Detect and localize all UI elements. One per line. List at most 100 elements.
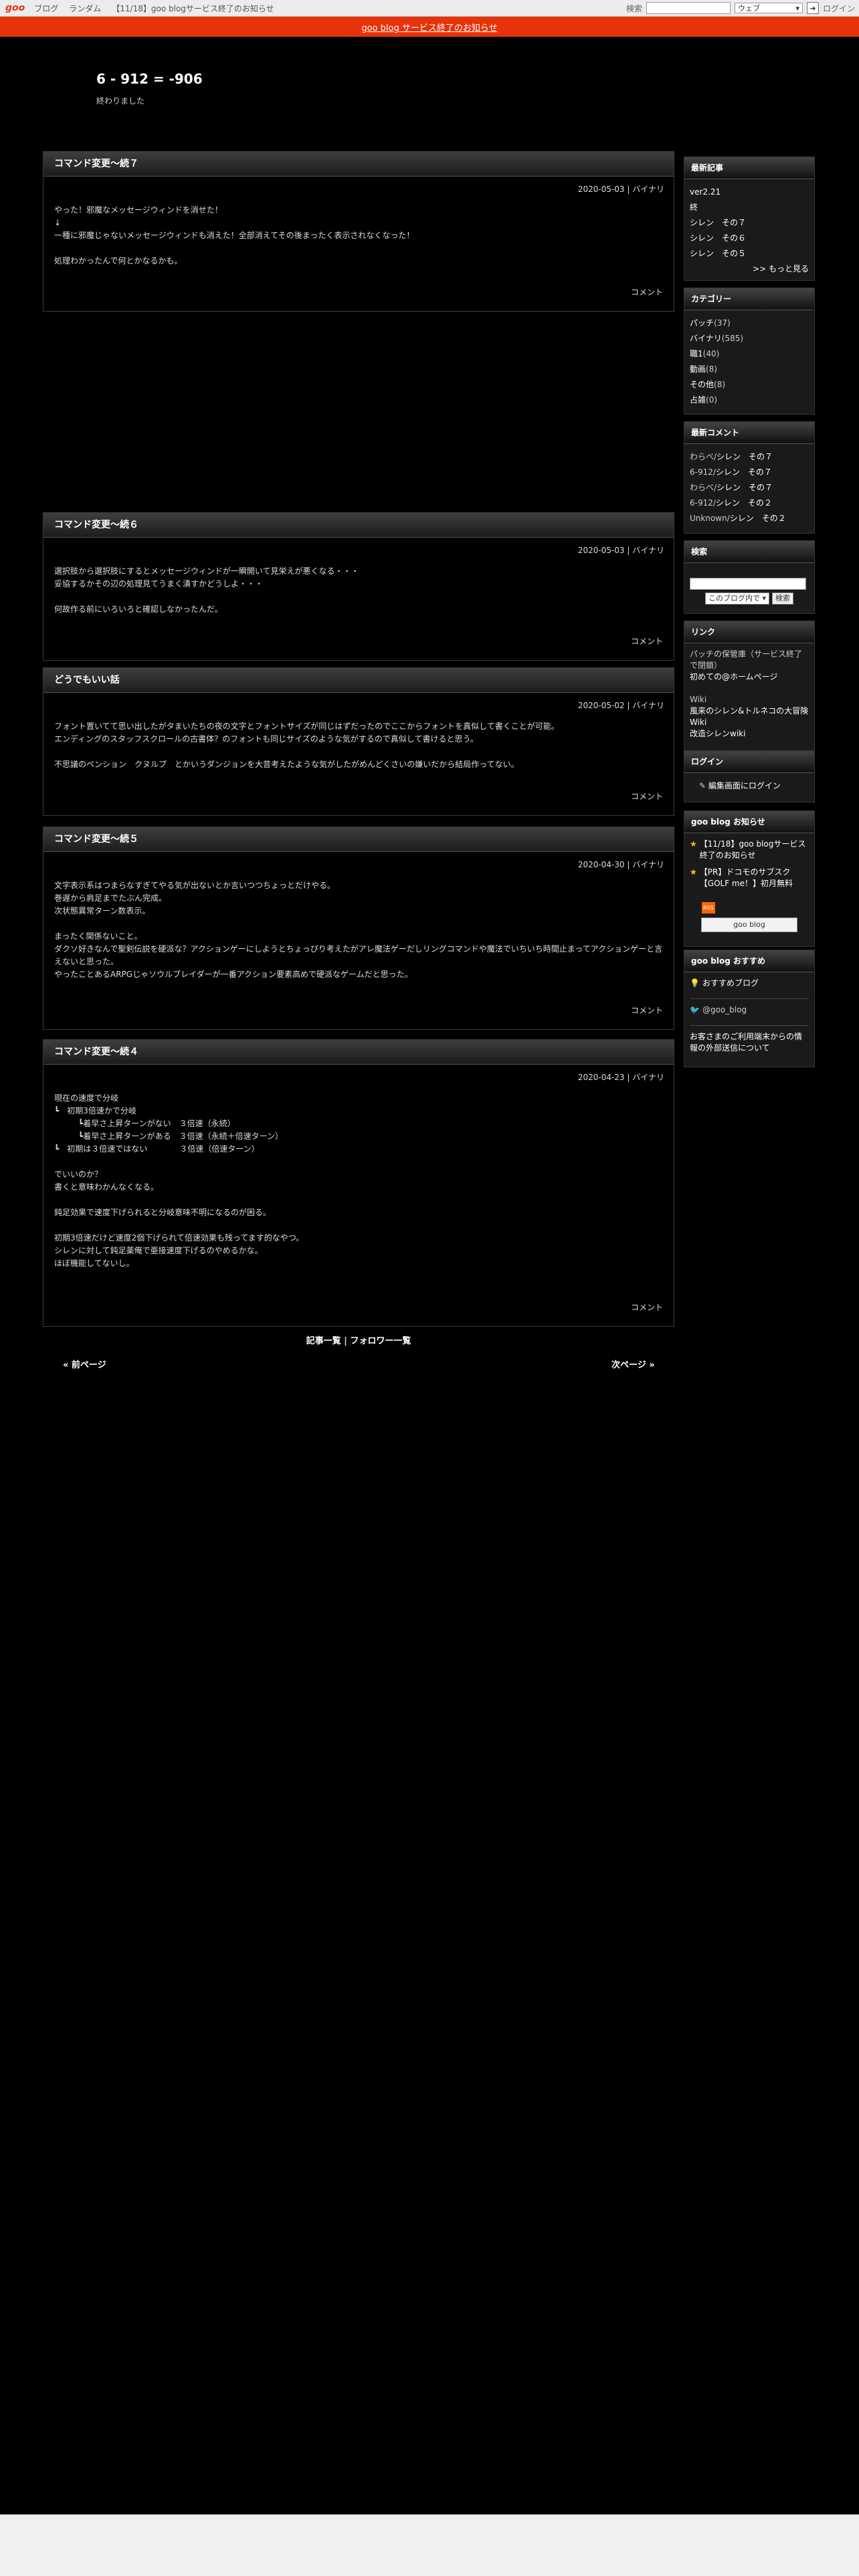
topbar-search-scope-value: ウェブ: [737, 4, 760, 13]
category-link[interactable]: 占雑: [690, 395, 706, 405]
entry-comment-link[interactable]: コメント: [631, 286, 663, 298]
goo-blog-badge[interactable]: goo blog: [701, 918, 797, 932]
sidebar-heading: 検索: [684, 541, 814, 563]
editor-login-link[interactable]: 編集画面にログイン: [708, 781, 781, 790]
entry-article: コマンド変更〜続７ 2020-05-03 | バイナリ やった！邪魔なメッセージ…: [43, 151, 674, 312]
recent-post-link[interactable]: ver2.21: [690, 187, 721, 197]
category-count: (8): [714, 380, 726, 389]
entry-meta: 2020-04-23 | バイナリ: [577, 1073, 664, 1082]
recommend-blog-link[interactable]: おすすめブログ: [702, 978, 759, 989]
sidebar-heading: ログイン: [684, 751, 814, 773]
next-page-link[interactable]: 次ページ »: [611, 1360, 655, 1370]
recent-post-link[interactable]: シレン その７: [690, 218, 746, 227]
more-posts-link[interactable]: >> もっと見る: [753, 264, 809, 274]
sidebar-heading: カテゴリー: [684, 288, 814, 310]
footer-links: 記事一覧 | フォロワー一覧: [43, 1333, 674, 1346]
topbar-search-input[interactable]: [646, 2, 731, 14]
comment-post-link[interactable]: シレン その７: [716, 467, 772, 477]
news-link[interactable]: 【11/18】goo blogサービス終了のお知らせ: [700, 839, 809, 861]
entry-title[interactable]: コマンド変更〜続７: [43, 152, 674, 177]
entry-meta: 2020-05-03 | バイナリ: [577, 185, 664, 194]
external-link[interactable]: 風来のシレン&トルネコの大冒険 Wiki: [690, 706, 808, 727]
comment-author: 6-912/: [690, 498, 716, 508]
topbar-search-scope-select[interactable]: ウェブ ▾: [734, 3, 803, 13]
entry-comment-link[interactable]: コメント: [631, 790, 663, 802]
twitter-handle[interactable]: @goo_blog: [702, 1004, 747, 1016]
chevron-down-icon: ▾: [795, 3, 799, 13]
entry-comment-link[interactable]: コメント: [631, 1004, 663, 1016]
entry-title[interactable]: コマンド変更〜続６: [43, 513, 674, 538]
goo-logo[interactable]: goo: [5, 3, 25, 13]
page-bottom-strip: [0, 2514, 859, 2576]
sidebar-login: ログイン ✎ 編集画面にログイン: [684, 750, 815, 802]
topbar-link-notice[interactable]: 【11/18】goo blogサービス終了のお知らせ: [112, 3, 274, 14]
entry-title[interactable]: どうでもいい話: [43, 668, 674, 693]
pencil-icon: ✎: [699, 781, 706, 790]
comment-post-link[interactable]: シレン その２: [716, 498, 772, 508]
category-count: (585): [721, 334, 744, 343]
comment-author: 6-912/: [690, 467, 716, 477]
comment-post-link[interactable]: シレン その２: [730, 514, 786, 523]
blog-title[interactable]: 6 - 912 = -906: [96, 71, 203, 87]
entry-comment-link[interactable]: コメント: [631, 1301, 663, 1313]
topbar-search-area: 検索 ウェブ ▾ ➜ ログイン: [626, 2, 855, 14]
entry-title[interactable]: コマンド変更〜続５: [43, 827, 674, 852]
entry-body: 選択肢から選択肢にするとメッセージウィンドが一瞬開いて見栄えが悪くなる・・・ 妥…: [54, 566, 359, 614]
service-notice-link[interactable]: goo blog サービス終了のお知らせ: [361, 21, 497, 33]
topbar-link-random[interactable]: ランダム: [69, 3, 101, 14]
category-link[interactable]: その他: [690, 380, 714, 389]
sidebar-heading: 最新コメント: [684, 422, 814, 444]
recent-post-link[interactable]: 終: [690, 203, 698, 212]
comment-post-link[interactable]: シレン その７: [717, 452, 773, 461]
category-count: (0): [706, 395, 718, 405]
pager-prev: « 前ページ: [63, 1358, 106, 1370]
topbar-link-blog[interactable]: ブログ: [34, 3, 58, 14]
blog-search-input[interactable]: [690, 578, 806, 590]
star-icon: ★: [690, 839, 697, 849]
entry-article: コマンド変更〜続４ 2020-04-23 | バイナリ 現在の速度で分岐 ┗ 初…: [43, 1039, 674, 1327]
blog-search-scope-select[interactable]: このブログ内で ▾: [704, 593, 770, 605]
twitter-icon: 🐦: [690, 1005, 700, 1014]
rss-icon[interactable]: RSS: [702, 902, 715, 914]
entry-article: どうでもいい話 2020-05-02 | バイナリ フォント置いてて思い出したが…: [43, 667, 674, 816]
recent-post-link[interactable]: シレン その５: [690, 249, 746, 258]
comment-author: わらべ/: [690, 483, 717, 492]
link-description: パッチの保管庫（サービス終了で閉鎖）: [690, 649, 803, 670]
news-link[interactable]: 【PR】ドコモのサブスク【GOLF me！】初月無料: [700, 867, 809, 889]
external-link[interactable]: 初めての@ホームページ: [690, 672, 777, 681]
entry-meta: 2020-05-02 | バイナリ: [577, 701, 664, 710]
sidebar-links: リンク パッチの保管庫（サービス終了で閉鎖） 初めての@ホームページ Wiki …: [684, 621, 815, 752]
entry-comment-link[interactable]: コメント: [631, 635, 663, 647]
lightbulb-icon: 💡: [690, 978, 700, 988]
sidebar-recent-posts: 最新記事 ver2.21 終 シレン その７ シレン その６ シレン その５ >…: [684, 156, 815, 281]
comment-author: わらべ/: [690, 452, 717, 461]
entry-body: フォント置いてて思い出したがタまいたちの夜の文字とフォントサイズが同じはずだった…: [54, 722, 559, 769]
category-count: (40): [702, 349, 720, 358]
comment-author: Unknown/: [690, 514, 730, 523]
category-link[interactable]: 職1: [690, 349, 703, 358]
sidebar-categories: カテゴリー パッチ(37) バイナリ(585) 職1(40) 動画(8) その他…: [684, 288, 815, 415]
privacy-notice-link[interactable]: お客さまのご利用端末からの情報の外部送信について: [690, 1032, 802, 1053]
category-count: (8): [706, 364, 718, 374]
sidebar-heading: 最新記事: [684, 157, 814, 179]
prev-page-link[interactable]: « 前ページ: [63, 1360, 106, 1370]
entry-title[interactable]: コマンド変更〜続４: [43, 1040, 674, 1065]
star-icon: ★: [690, 867, 697, 877]
category-link[interactable]: パッチ: [690, 318, 714, 328]
search-go-icon[interactable]: ➜: [806, 2, 819, 14]
topbar-search-label: 検索: [626, 3, 642, 13]
recent-post-link[interactable]: シレン その６: [690, 233, 746, 243]
topbar-login-link[interactable]: ログイン: [823, 3, 855, 14]
follower-list-link[interactable]: フォロワー一覧: [350, 1336, 411, 1346]
blog-search-button[interactable]: 検索: [772, 593, 794, 605]
pager-next: 次ページ »: [611, 1358, 655, 1370]
entry-meta: 2020-05-03 | バイナリ: [577, 546, 664, 555]
comment-post-link[interactable]: シレン その７: [717, 483, 773, 492]
sidebar-heading: goo blog お知らせ: [684, 811, 814, 833]
blog-search-scope-value: このブログ内で: [708, 594, 760, 603]
external-link[interactable]: 改造シレンwiki: [690, 729, 745, 738]
article-list-link[interactable]: 記事一覧: [306, 1336, 341, 1346]
category-link[interactable]: 動画: [690, 364, 706, 374]
footer-separator: |: [344, 1336, 347, 1346]
category-link[interactable]: バイナリ: [690, 334, 722, 343]
